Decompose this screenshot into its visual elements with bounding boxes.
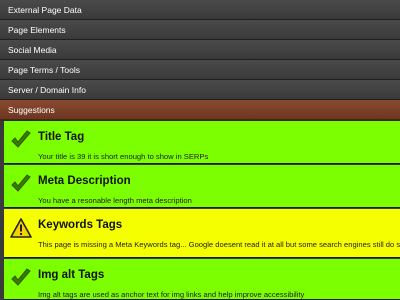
nav-item-external-page-data[interactable]: External Page Data <box>0 0 400 20</box>
warning-icon <box>10 218 32 238</box>
panel-nav: External Page Data Page Elements Social … <box>0 0 400 120</box>
nav-item-page-terms-tools[interactable]: Page Terms / Tools <box>0 60 400 80</box>
checkmark-icon <box>11 268 31 286</box>
suggestion-title: Meta Description <box>38 175 131 187</box>
suggestion-title: Keywords Tags <box>38 219 123 231</box>
suggestion-card-img-alt-tags: Img alt Tags Img alt tags are used as an… <box>4 259 400 300</box>
suggestion-card-keywords-tags: Keywords Tags This page is missing a Met… <box>4 209 400 258</box>
suggestion-title: Img alt Tags <box>38 269 105 281</box>
suggestion-desc: Img alt tags are used as anchor text for… <box>38 290 305 299</box>
checkmark-icon <box>11 174 31 192</box>
suggestion-card-meta-description: Meta Description You have a resonable le… <box>4 165 400 208</box>
nav-item-server-domain-info[interactable]: Server / Domain Info <box>0 80 400 100</box>
suggestion-title: Title Tag <box>38 131 85 143</box>
suggestions-list: Title Tag Your title is 39 it is short e… <box>0 121 400 300</box>
suggestion-desc: This page is missing a Meta Keywords tag… <box>38 240 400 249</box>
suggestion-card-title-tag: Title Tag Your title is 39 it is short e… <box>4 121 400 164</box>
suggestion-desc: You have a resonable length meta descrip… <box>38 196 192 205</box>
checkmark-icon <box>11 130 31 148</box>
nav-item-social-media[interactable]: Social Media <box>0 40 400 60</box>
nav-item-suggestions[interactable]: Suggestions <box>0 100 400 120</box>
nav-item-page-elements[interactable]: Page Elements <box>0 20 400 40</box>
suggestion-desc: Your title is 39 it is short enough to s… <box>38 152 209 161</box>
